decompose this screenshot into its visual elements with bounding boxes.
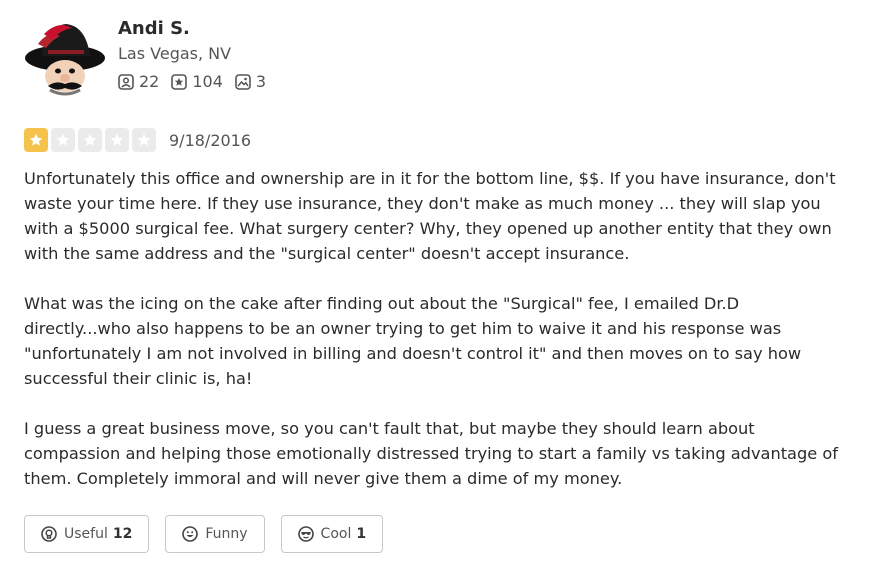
friends-count: 22 (139, 72, 160, 91)
cool-count: 1 (356, 526, 367, 542)
friends-stat: 22 (118, 72, 159, 91)
useful-button[interactable]: Useful 12 (24, 515, 150, 553)
user-name[interactable]: Andi S. (118, 16, 278, 42)
star-empty (132, 128, 156, 152)
sunglasses-icon (297, 526, 314, 542)
funny-button[interactable]: Funny (165, 515, 265, 553)
photos-stat: 3 (235, 72, 266, 91)
star-rating (24, 128, 159, 152)
star-icon (83, 133, 97, 146)
user-info: Andi S. Las Vegas, NV 22 104 3 (118, 16, 278, 91)
friends-icon (118, 73, 134, 90)
cool-button[interactable]: Cool 1 (280, 515, 384, 553)
review-text: Unfortunately this office and ownership … (24, 166, 846, 491)
review-paragraph: Unfortunately this office and ownership … (24, 169, 836, 263)
smiley-icon (182, 526, 199, 542)
photos-count: 3 (255, 72, 267, 91)
review-paragraph: I guess a great business move, so you ca… (24, 419, 838, 488)
funny-label: Funny (205, 526, 248, 542)
star-empty (51, 128, 75, 152)
star-icon (56, 133, 70, 146)
lightbulb-icon (41, 526, 57, 542)
star-icon (110, 133, 124, 146)
user-stats: 22 104 3 (118, 72, 278, 91)
star-empty (105, 128, 129, 152)
review-actions: Useful 12 Funny Cool 1 (24, 515, 854, 553)
star-empty (78, 128, 102, 152)
useful-label: Useful (64, 526, 108, 542)
star-icon (137, 133, 151, 146)
user-passport: Andi S. Las Vegas, NV 22 104 3 (24, 16, 854, 98)
cool-label: Cool (320, 526, 352, 542)
star-outline-icon (171, 73, 188, 90)
star-icon (29, 133, 43, 146)
user-location: Las Vegas, NV (118, 44, 232, 63)
review-date: 9/18/2016 (169, 130, 252, 150)
review-card: Andi S. Las Vegas, NV 22 104 3 9/18/2016… (24, 16, 854, 553)
reviews-count: 104 (192, 72, 223, 91)
review-paragraph: What was the icing on the cake after fin… (24, 294, 802, 388)
avatar[interactable] (24, 16, 106, 98)
rating-row: 9/18/2016 (24, 128, 854, 152)
useful-count: 12 (112, 526, 133, 542)
photo-icon (235, 73, 251, 90)
star-filled (24, 128, 48, 152)
reviews-stat: 104 (171, 72, 223, 91)
